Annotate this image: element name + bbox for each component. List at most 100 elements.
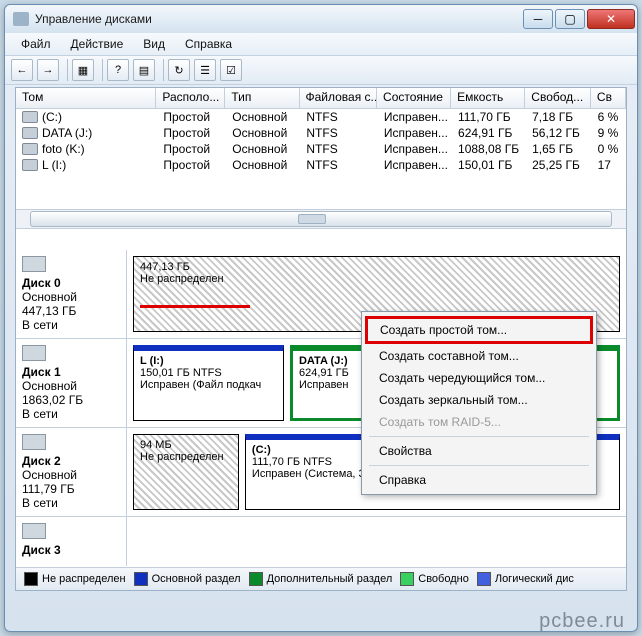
partition-block[interactable]: 94 МБНе распределен bbox=[133, 434, 239, 510]
context-menu-item: Создать том RAID-5... bbox=[365, 411, 593, 433]
table-header: ТомРасполо...ТипФайловая с...СостояниеЕм… bbox=[16, 88, 626, 109]
horizontal-scrollbar[interactable] bbox=[16, 209, 626, 229]
volume-icon bbox=[22, 143, 38, 155]
legend-swatch bbox=[249, 572, 263, 586]
column-header[interactable]: Тип bbox=[225, 88, 299, 108]
column-header[interactable]: Состояние bbox=[377, 88, 451, 108]
cell: NTFS bbox=[300, 126, 378, 140]
properties-button[interactable]: ☰ bbox=[194, 59, 216, 81]
cell: 1088,08 ГБ bbox=[452, 142, 526, 156]
cell: (C:) bbox=[16, 110, 157, 124]
minimize-button[interactable]: ─ bbox=[523, 9, 553, 29]
disk-info[interactable]: Диск 1Основной1863,02 ГБВ сети bbox=[16, 339, 127, 427]
partition-size: 447,13 ГБ bbox=[140, 261, 613, 273]
context-menu-item[interactable]: Создать составной том... bbox=[365, 345, 593, 367]
volume-row[interactable]: foto (K:)ПростойОсновнойNTFSИсправен...1… bbox=[16, 141, 626, 157]
cell: 25,25 ГБ bbox=[526, 158, 591, 172]
partition-size: 150,01 ГБ NTFS bbox=[140, 367, 277, 379]
volume-row[interactable]: L (I:)ПростойОсновнойNTFSИсправен...150,… bbox=[16, 157, 626, 173]
disk-status: В сети bbox=[22, 407, 120, 421]
cell: Основной bbox=[226, 126, 300, 140]
cell: L (I:) bbox=[16, 158, 157, 172]
disk-info[interactable]: Диск 0Основной447,13 ГБВ сети bbox=[16, 250, 127, 338]
cell: 0 % bbox=[592, 142, 626, 156]
partition-block[interactable]: L (I:)150,01 ГБ NTFSИсправен (Файл подка… bbox=[133, 345, 284, 421]
menu-file[interactable]: Файл bbox=[13, 35, 59, 53]
column-header[interactable]: Свобод... bbox=[525, 88, 591, 108]
menubar: Файл Действие Вид Справка bbox=[5, 33, 637, 55]
legend-item: Свободно bbox=[400, 572, 469, 586]
disk-icon bbox=[22, 256, 46, 272]
context-menu-item[interactable]: Создать чередующийся том... bbox=[365, 367, 593, 389]
column-header[interactable]: Св bbox=[591, 88, 626, 108]
legend-swatch bbox=[24, 572, 38, 586]
partition-row bbox=[127, 517, 626, 566]
help-button[interactable]: ? bbox=[107, 59, 129, 81]
disk-kind: Основной bbox=[22, 290, 120, 304]
context-menu-help[interactable]: Справка bbox=[365, 469, 593, 491]
menu-separator bbox=[369, 436, 589, 437]
cell: NTFS bbox=[300, 110, 378, 124]
disk-icon bbox=[22, 434, 46, 450]
disk-status: В сети bbox=[22, 496, 120, 510]
grid-view-button[interactable]: ▦ bbox=[72, 59, 94, 81]
watermark: pcbee.ru bbox=[539, 610, 625, 633]
close-button[interactable]: ✕ bbox=[587, 9, 635, 29]
volume-row[interactable]: DATA (J:)ПростойОсновнойNTFSИсправен...6… bbox=[16, 125, 626, 141]
disk-size: 447,13 ГБ bbox=[22, 304, 120, 318]
partition-status: Не распределен bbox=[140, 273, 613, 285]
disk-name: Диск 2 bbox=[22, 454, 120, 468]
volume-icon bbox=[22, 127, 38, 139]
cell: Исправен... bbox=[378, 142, 452, 156]
context-menu-properties[interactable]: Свойства bbox=[365, 440, 593, 462]
menu-view[interactable]: Вид bbox=[135, 35, 173, 53]
forward-button[interactable]: → bbox=[37, 59, 59, 81]
refresh-button[interactable]: ↻ bbox=[168, 59, 190, 81]
disk-info[interactable]: Диск 3 bbox=[16, 517, 127, 566]
disk-size: 1863,02 ГБ bbox=[22, 393, 120, 407]
cell: foto (K:) bbox=[16, 142, 157, 156]
settings-button[interactable]: ☑ bbox=[220, 59, 242, 81]
cell: 9 % bbox=[592, 126, 626, 140]
maximize-button[interactable]: ▢ bbox=[555, 9, 585, 29]
app-icon bbox=[13, 12, 29, 26]
legend-item: Не распределен bbox=[24, 572, 126, 586]
cell: Исправен... bbox=[378, 110, 452, 124]
menu-action[interactable]: Действие bbox=[63, 35, 132, 53]
cell: 17 bbox=[592, 158, 626, 172]
disk-icon bbox=[22, 523, 46, 539]
disk-kind: Основной bbox=[22, 468, 120, 482]
volume-list[interactable]: (C:)ПростойОсновнойNTFSИсправен...111,70… bbox=[16, 109, 626, 209]
disk-name: Диск 1 bbox=[22, 365, 120, 379]
column-header[interactable]: Файловая с... bbox=[300, 88, 378, 108]
list-view-button[interactable]: ▤ bbox=[133, 59, 155, 81]
toolbar: ← → ▦ ? ▤ ↻ ☰ ☑ bbox=[5, 55, 637, 85]
column-header[interactable]: Располо... bbox=[156, 88, 225, 108]
cell: Исправен... bbox=[378, 126, 452, 140]
cell: 1,65 ГБ bbox=[526, 142, 591, 156]
cell: NTFS bbox=[300, 158, 378, 172]
separator bbox=[67, 59, 68, 81]
column-header[interactable]: Том bbox=[16, 88, 156, 108]
disk-info[interactable]: Диск 2Основной111,79 ГБВ сети bbox=[16, 428, 127, 516]
menu-help[interactable]: Справка bbox=[177, 35, 240, 53]
partition-title: L (I:) bbox=[140, 355, 277, 367]
disk-kind: Основной bbox=[22, 379, 120, 393]
disk-management-window: Управление дисками ─ ▢ ✕ Файл Действие В… bbox=[4, 4, 638, 632]
legend-swatch bbox=[477, 572, 491, 586]
partition-status: Не распределен bbox=[140, 451, 232, 463]
volume-row[interactable]: (C:)ПростойОсновнойNTFSИсправен...111,70… bbox=[16, 109, 626, 125]
titlebar[interactable]: Управление дисками ─ ▢ ✕ bbox=[5, 5, 637, 33]
context-menu-item[interactable]: Создать зеркальный том... bbox=[365, 389, 593, 411]
context-menu-item[interactable]: Создать простой том... bbox=[365, 316, 593, 344]
column-header[interactable]: Емкость bbox=[451, 88, 525, 108]
volume-icon bbox=[22, 111, 38, 123]
cell: Основной bbox=[226, 158, 300, 172]
partition-size: 94 МБ bbox=[140, 439, 232, 451]
cell: Исправен... bbox=[378, 158, 452, 172]
legend-item: Дополнительный раздел bbox=[249, 572, 393, 586]
cell: Простой bbox=[157, 158, 226, 172]
separator bbox=[102, 59, 103, 81]
separator bbox=[163, 59, 164, 81]
back-button[interactable]: ← bbox=[11, 59, 33, 81]
